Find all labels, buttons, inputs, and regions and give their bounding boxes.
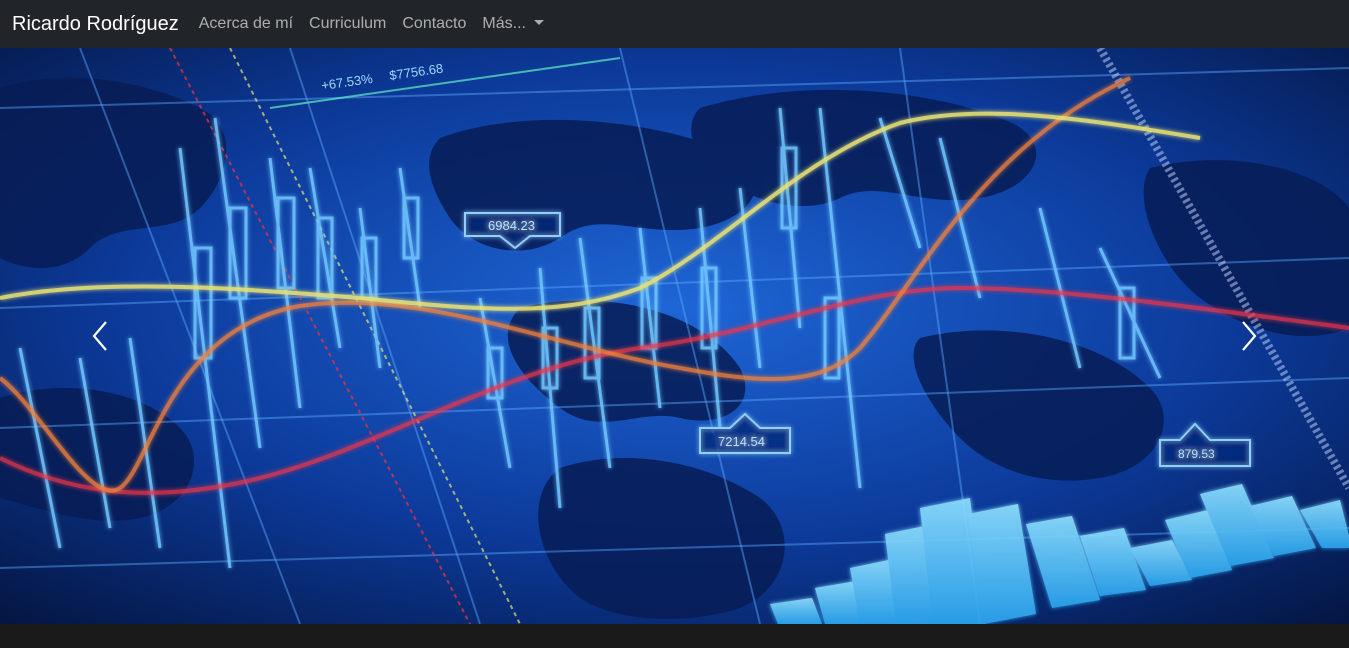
navbar-brand[interactable]: Ricardo Rodríguez (12, 13, 179, 36)
top-navbar: Ricardo Rodríguez Acerca de mí Curriculu… (0, 0, 1349, 48)
chevron-left-icon (92, 321, 107, 351)
callout-value-1: 6984.23 (488, 218, 535, 233)
caret-down-icon (533, 20, 544, 25)
nav-dropdown-more[interactable]: Más... (474, 15, 552, 33)
callout-value-2: 7214.54 (718, 434, 765, 449)
carousel-prev-button[interactable] (0, 48, 200, 624)
page-bottom-band (0, 624, 1349, 648)
chevron-right-icon (1242, 321, 1257, 351)
nav-link-curriculum[interactable]: Curriculum (301, 15, 394, 33)
nav-link-about[interactable]: Acerca de mí (191, 15, 301, 33)
carousel-slide-image: 6984.23 7214.54 879.53 +67.53% $7756.68 (0, 48, 1349, 624)
nav-link-contact[interactable]: Contacto (394, 15, 474, 33)
hero-carousel: 6984.23 7214.54 879.53 +67.53% $7756.68 (0, 48, 1349, 624)
nav-links: Acerca de mí Curriculum Contacto Más... (191, 15, 552, 33)
nav-dropdown-label: Más... (482, 15, 526, 32)
carousel-next-button[interactable] (1149, 48, 1349, 624)
